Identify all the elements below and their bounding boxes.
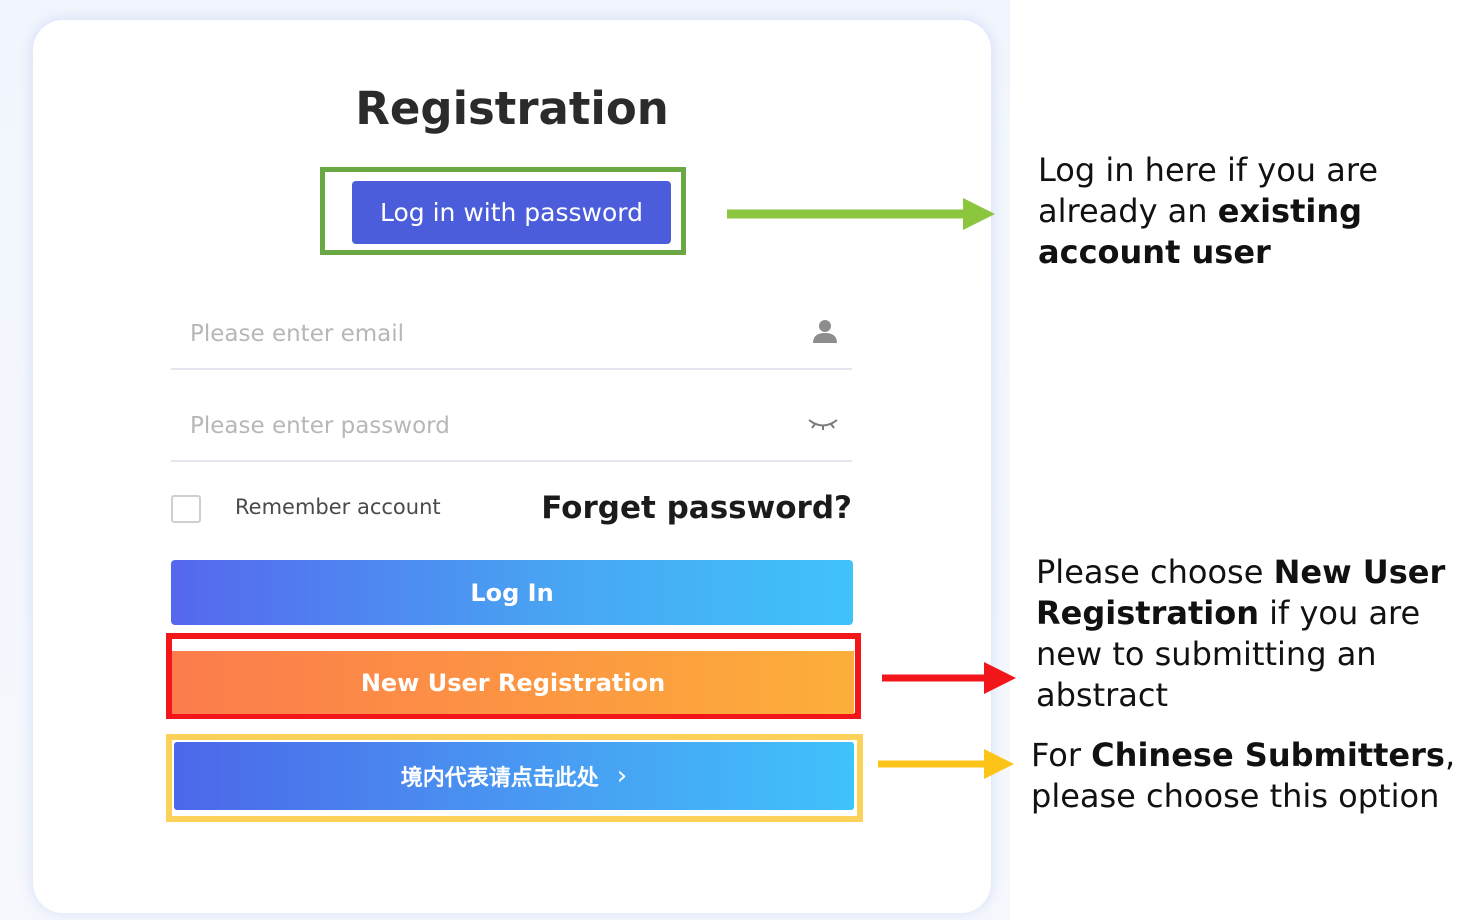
- remember-checkbox[interactable]: [171, 495, 201, 523]
- password-input[interactable]: [190, 413, 790, 439]
- remember-label: Remember account: [235, 495, 441, 519]
- annotation-chinese-submitters: For Chinese Submitters, please choose th…: [1031, 736, 1456, 815]
- login-button[interactable]: Log In: [171, 560, 853, 625]
- arrow-right-icon: [882, 662, 1016, 694]
- arrow-right-icon: [878, 749, 1014, 779]
- page-title: Registration: [355, 82, 669, 135]
- email-input[interactable]: [190, 321, 790, 347]
- user-icon: [810, 317, 840, 351]
- chinese-button-label: 境内代表请点击此处: [400, 766, 599, 791]
- new-user-registration-button[interactable]: New User Registration: [172, 651, 854, 714]
- login-with-password-button[interactable]: Log in with password: [352, 181, 671, 244]
- chevron-right-icon: ›: [616, 761, 628, 791]
- chinese-submitters-button[interactable]: 境内代表请点击此处 ›: [174, 742, 854, 810]
- annotation-new-user: Please choose New User Registration if y…: [1036, 553, 1446, 714]
- forget-password-link[interactable]: Forget password?: [541, 490, 852, 526]
- email-field: [171, 300, 852, 370]
- eye-closed-icon[interactable]: [806, 414, 840, 438]
- password-field: [171, 392, 852, 462]
- annotation-existing-user: Log in here if you are already an existi…: [1038, 151, 1378, 271]
- arrow-right-icon: [727, 198, 995, 230]
